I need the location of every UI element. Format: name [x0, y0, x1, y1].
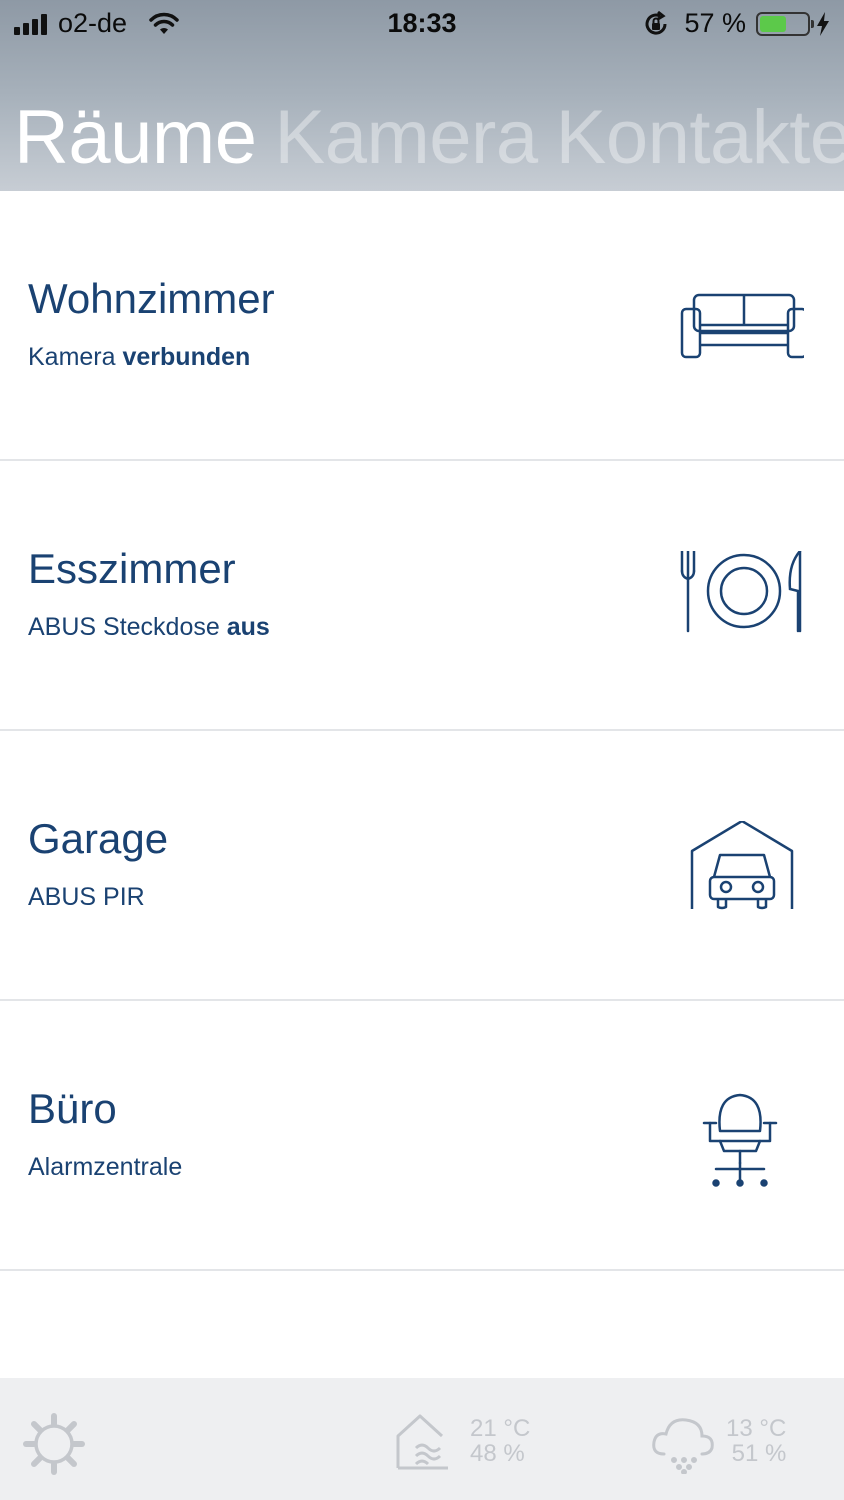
- battery-fill: [760, 15, 787, 32]
- room-name: Garage: [28, 815, 169, 862]
- room-status: Alarmzentrale: [28, 1153, 182, 1182]
- room-item-esszimmer[interactable]: Esszimmer ABUS Steckdose aus: [0, 461, 844, 731]
- room-status: ABUS PIR: [28, 883, 145, 912]
- house-climate-icon: [392, 1412, 452, 1472]
- room-item-garage[interactable]: Garage ABUS PIR: [0, 731, 844, 1001]
- office-chair-icon: [674, 1091, 804, 1191]
- charging-bolt-icon: [817, 11, 829, 36]
- plate-cutlery-icon: [674, 549, 804, 651]
- garage-car-icon: [674, 819, 804, 921]
- cloud-rain-icon: [650, 1414, 716, 1475]
- room-status-text: Alarmzentrale: [28, 1153, 183, 1181]
- indoor-humidity: 48 %: [470, 1440, 525, 1467]
- status-bar: o2-de 18:33 57 %: [0, 0, 844, 48]
- room-status-text: ABUS PIR: [28, 883, 145, 911]
- room-status-state: aus: [226, 613, 270, 641]
- outdoor-temperature: 13 °C: [726, 1415, 787, 1442]
- indoor-temperature: 21 °C: [470, 1415, 531, 1442]
- room-list: Wohnzimmer Kamera verbunden Esszimmer AB…: [0, 191, 844, 1271]
- tab-kamera[interactable]: Kamera: [275, 96, 539, 180]
- tab-raeume[interactable]: Räume: [14, 96, 257, 180]
- room-item-wohnzimmer[interactable]: Wohnzimmer Kamera verbunden: [0, 191, 844, 461]
- battery-percent: 57 %: [684, 8, 746, 38]
- room-status-text: Kamera: [28, 343, 123, 371]
- outdoor-climate: 13 °C 51 %: [726, 1416, 786, 1466]
- room-name: Esszimmer: [28, 545, 236, 592]
- room-status-state: verbunden: [122, 343, 251, 371]
- indoor-climate: 21 °C 48 %: [470, 1416, 530, 1466]
- tab-bar: Räume Kamera Kontakte: [14, 96, 844, 180]
- settings-gear-icon[interactable]: [22, 1412, 86, 1476]
- room-name: Wohnzimmer: [28, 275, 275, 322]
- tab-kontakte[interactable]: Kontakte: [556, 96, 844, 180]
- room-status: ABUS Steckdose aus: [28, 613, 270, 642]
- battery-icon: [756, 11, 814, 36]
- outdoor-humidity: 51 %: [731, 1440, 787, 1467]
- room-status-text: ABUS Steckdose: [28, 613, 227, 641]
- orientation-lock-icon: [646, 10, 667, 35]
- app-header: o2-de 18:33 57 % Räume Kamera Kontakte: [0, 0, 844, 191]
- room-status: Kamera verbunden: [28, 343, 250, 372]
- room-item-buero[interactable]: Büro Alarmzentrale: [0, 1001, 844, 1271]
- footer-bar: 21 °C 48 % 13 °C 51 %: [0, 1378, 844, 1500]
- room-name: Büro: [28, 1085, 117, 1132]
- sofa-icon: [674, 281, 808, 381]
